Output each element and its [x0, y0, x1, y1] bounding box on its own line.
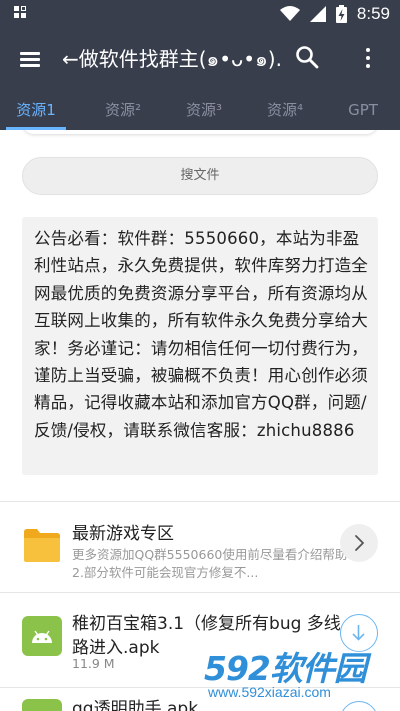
more-vert-icon[interactable]	[356, 42, 380, 74]
notification-grid-icon	[14, 6, 28, 20]
watermark-logo: 592软件园	[204, 649, 367, 688]
item-title: 最新游戏专区	[72, 524, 174, 544]
status-bar: 8:59	[0, 0, 400, 28]
item-size: 11.9 M	[72, 656, 115, 671]
tab-bar: 资源1 资源² 资源³ 资源⁴ GPT	[0, 90, 400, 130]
divider	[0, 592, 400, 593]
watermark-url: www.592xiazai.com	[208, 684, 331, 700]
content-area[interactable]: 搜文件 公告必看：软件群：5550660，本站为非盈利性站点，永久免费提供，软件…	[0, 130, 400, 711]
previous-card-edge	[22, 130, 378, 134]
item-description: 更多资源加QQ群5550660使用前尽量看介绍帮助 2.部分软件可能会现官方修复…	[72, 547, 348, 580]
menu-icon[interactable]	[14, 45, 46, 73]
search-icon[interactable]	[292, 42, 322, 72]
chevron-right-icon[interactable]	[340, 524, 378, 562]
site-watermark: 592软件园 www.592xiazai.com	[194, 638, 400, 711]
tab-gpt[interactable]: GPT	[336, 90, 390, 130]
battery-charging-icon	[335, 5, 347, 23]
app-title: ←做软件找群主(๑•ᴗ•๑)...	[62, 47, 284, 71]
list-item-folder[interactable]: 最新游戏专区 更多资源加QQ群5550660使用前尽量看介绍帮助 2.部分软件可…	[0, 515, 400, 585]
search-files-button[interactable]: 搜文件	[22, 157, 378, 195]
tab-resource-1[interactable]: 资源1	[6, 90, 66, 130]
divider	[0, 501, 400, 502]
tab-resource-4[interactable]: 资源⁴	[255, 90, 315, 130]
announcement-text: 公告必看：软件群：5550660，本站为非盈利性站点，永久免费提供，软件库努力打…	[22, 217, 378, 475]
android-icon	[22, 699, 62, 711]
signal-icon	[309, 6, 326, 22]
folder-icon	[24, 529, 60, 562]
app-bar: ←做软件找群主(๑•ᴗ•๑)...	[0, 28, 400, 90]
tab-resource-2[interactable]: 资源²	[93, 90, 153, 130]
status-time: 8:59	[356, 4, 390, 23]
tab-resource-3[interactable]: 资源³	[174, 90, 234, 130]
android-icon	[22, 616, 62, 656]
wifi-icon	[279, 6, 300, 21]
